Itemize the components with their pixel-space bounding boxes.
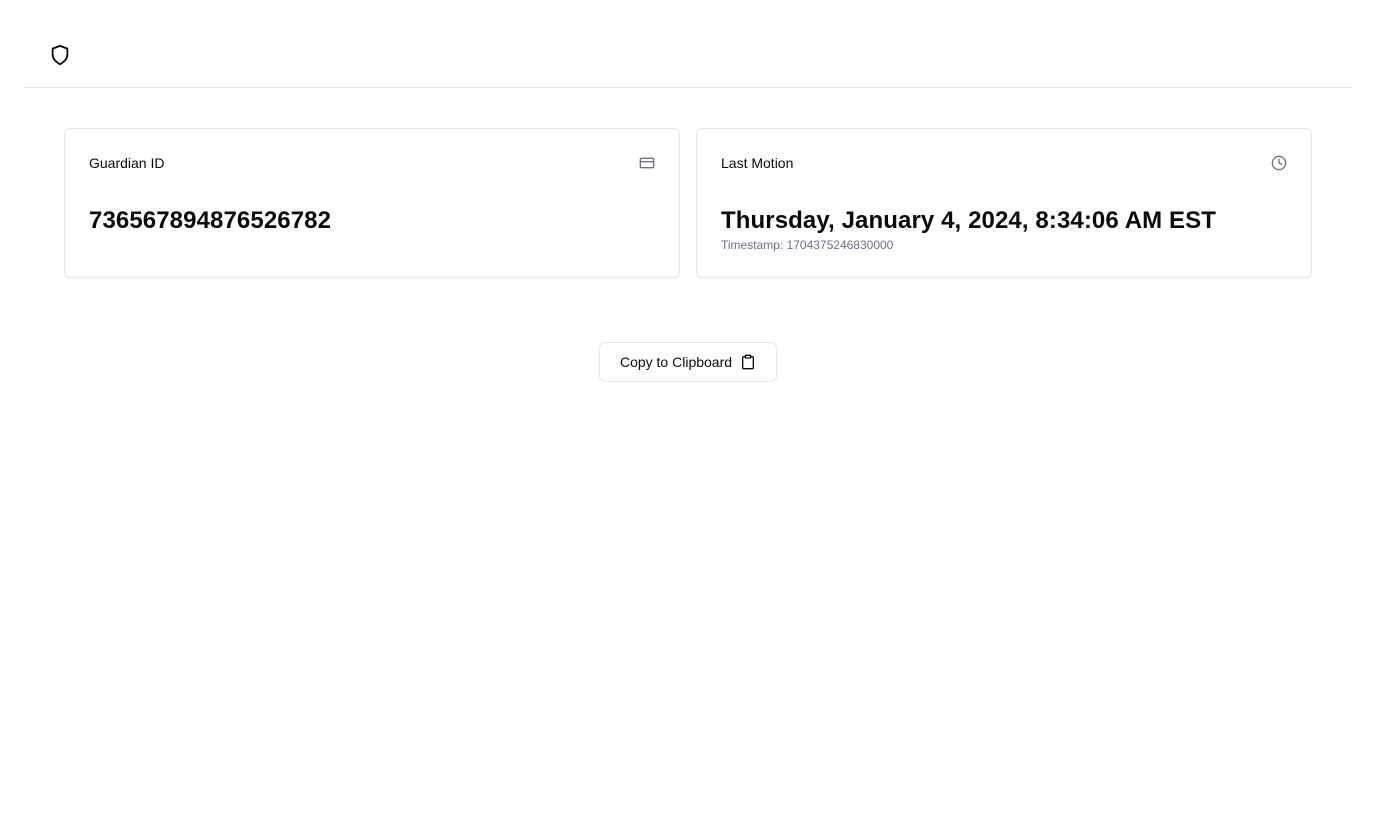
guardian-id-value: 736567894876526782 <box>89 207 332 234</box>
guardian-id-label: Guardian ID <box>89 155 165 171</box>
copy-button-label: Copy to Clipboard <box>619 354 733 370</box>
last-motion-label: Last Motion <box>721 155 794 171</box>
guardian-id-card: Guardian ID 736567894876526782 <box>64 128 680 278</box>
last-motion-value: Thursday, January 4, 2024, 8:34:06 AM ES… <box>721 207 1216 234</box>
credit-card-icon <box>639 155 655 171</box>
shield-icon[interactable] <box>48 43 72 67</box>
app-header <box>24 0 1352 88</box>
clock-icon <box>1271 155 1287 171</box>
copy-to-clipboard-button[interactable]: Copy to Clipboard <box>599 342 777 382</box>
clipboard-icon <box>740 354 756 370</box>
stats-cards: Guardian ID 736567894876526782 Last Moti… <box>64 128 1312 278</box>
last-motion-timestamp: Timestamp: 1704375246830000 <box>721 238 894 252</box>
last-motion-card: Last Motion Thursday, January 4, 2024, 8… <box>696 128 1312 278</box>
